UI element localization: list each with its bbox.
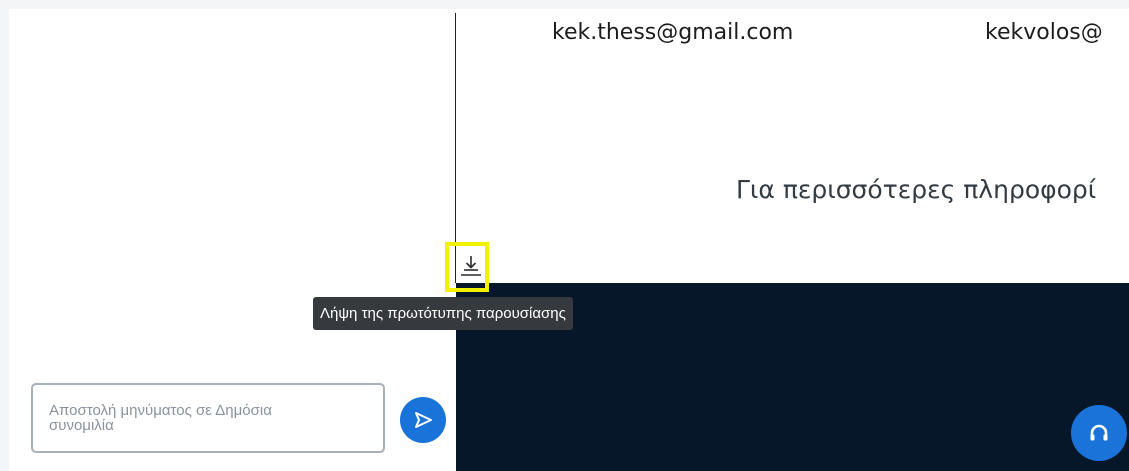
send-icon: [415, 412, 432, 428]
headphones-icon: [1090, 424, 1108, 441]
chat-input-placeholder-line-2: συνομιλία: [49, 417, 114, 434]
download-tooltip: Λήψη της πρωτότυπης παρουσίασης: [313, 297, 573, 330]
email-thessaloniki: kek.thess@gmail.com: [552, 20, 794, 45]
email-volos: kekvolos@: [985, 20, 1103, 45]
audio-button[interactable]: [1071, 405, 1127, 461]
download-presentation-button[interactable]: [457, 250, 484, 280]
top-strip: [0, 0, 1129, 9]
send-message-button[interactable]: [400, 397, 446, 443]
presentation-slide: kek.thess@gmail.com kekvolos@ Για περισσ…: [456, 9, 1129, 283]
chat-message-input[interactable]: Αποστολή μηνύματος σε Δημόσια συνομιλία: [31, 383, 385, 453]
left-gutter: [0, 0, 9, 471]
more-info-text: Για περισσότερες πληροφορί: [736, 175, 1097, 204]
chat-input-placeholder-line-1: Αποστολή μηνύματος σε Δημόσια: [49, 402, 272, 419]
download-icon: [460, 256, 481, 276]
